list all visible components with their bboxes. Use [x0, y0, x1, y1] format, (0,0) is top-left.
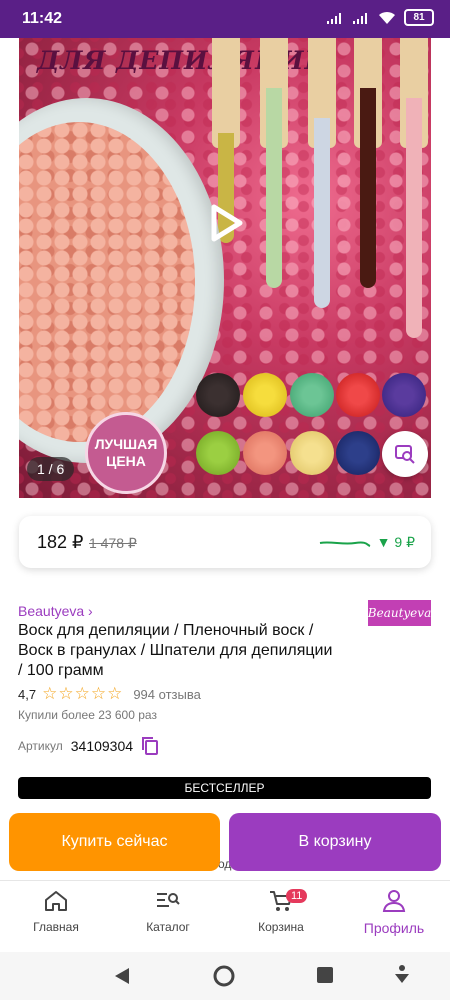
- article-value: 34109304: [70, 738, 134, 754]
- status-time: 11:42: [22, 10, 63, 27]
- home-circle-icon[interactable]: [213, 965, 235, 987]
- system-navigation-bar: [0, 952, 450, 1000]
- rating-row[interactable]: 4,7 ☆☆☆☆☆ 994 отзыва: [18, 684, 201, 704]
- drip-chocolate: [360, 88, 376, 288]
- badge-line-1: ЛУЧШАЯ: [94, 436, 158, 452]
- rating-stars: ☆☆☆☆☆: [42, 684, 123, 704]
- swatch-coral: [243, 431, 287, 475]
- nav-home[interactable]: Главная: [11, 889, 101, 934]
- recents-icon[interactable]: [316, 966, 334, 984]
- nav-catalog[interactable]: Каталог: [123, 889, 213, 934]
- current-price: 182 ₽: [37, 532, 84, 552]
- catalog-search-icon: [157, 893, 180, 907]
- copy-icon[interactable]: [141, 736, 159, 756]
- nav-cart-label: Корзина: [258, 920, 304, 934]
- price-card[interactable]: 182 ₽ 1 478 ₽ ▼ 9 ₽: [19, 516, 431, 568]
- spatula-yellow: [212, 38, 240, 148]
- swatch-yellow: [243, 373, 287, 417]
- visual-search-button[interactable]: [382, 431, 428, 477]
- nav-cart[interactable]: 11 Корзина: [236, 889, 326, 934]
- rating-value: 4,7: [18, 686, 37, 702]
- best-price-badge: ЛУЧШАЯ ЦЕНА: [85, 412, 167, 494]
- signal-icon-2: [353, 12, 367, 24]
- price-change: ▼ 9 ₽: [376, 534, 415, 550]
- battery-indicator: 81: [404, 9, 434, 26]
- swatch-black: [196, 373, 240, 417]
- drip-blue: [314, 118, 330, 308]
- drip-pink: [406, 98, 422, 338]
- price-history-chart: [319, 541, 371, 547]
- image-search-icon: [395, 445, 415, 464]
- bestseller-badge: БЕСТСЕЛЛЕР: [18, 777, 431, 799]
- nav-catalog-label: Каталог: [146, 920, 190, 934]
- add-to-cart-button[interactable]: В корзину: [229, 813, 441, 871]
- star-icon: ☆: [107, 684, 124, 703]
- purchase-count: Купили более 23 600 раз: [18, 708, 157, 722]
- swatch-red: [336, 373, 380, 417]
- swatch-cream: [290, 431, 334, 475]
- star-icon: ☆: [74, 684, 91, 703]
- star-icon: ☆: [58, 684, 75, 703]
- swatch-mint: [290, 373, 334, 417]
- old-price: 1 478 ₽: [89, 535, 137, 551]
- drip-green: [266, 88, 282, 288]
- status-bar: 11:42 81: [0, 0, 450, 38]
- back-icon[interactable]: [112, 966, 132, 986]
- swatch-purple: [382, 373, 426, 417]
- signal-icon: [327, 12, 341, 24]
- bottom-navigation: Главная Каталог 11 Корзина Профиль: [0, 880, 450, 953]
- nav-home-label: Главная: [33, 920, 79, 934]
- reviews-count: 994 отзыва: [133, 686, 201, 702]
- wifi-icon: [379, 11, 395, 24]
- profile-icon: [382, 890, 406, 912]
- swatch-green: [196, 431, 240, 475]
- home-icon: [45, 891, 67, 911]
- star-icon: ☆: [90, 684, 108, 703]
- brand-logo[interactable]: Beautyeva: [368, 600, 431, 626]
- article-label: Артикул: [18, 739, 63, 753]
- keyboard-hide-icon[interactable]: [393, 964, 411, 986]
- product-title: Воск для депиляции / Пленочный воск / Во…: [18, 622, 333, 679]
- status-icons: 81: [326, 9, 434, 26]
- cart-count-badge: 11: [286, 889, 308, 903]
- image-counter: 1 / 6: [27, 457, 75, 481]
- article-row: Артикул 34109304: [18, 736, 159, 756]
- star-icon: ☆: [42, 684, 59, 703]
- brand-link[interactable]: Beautyeva ›: [18, 603, 93, 619]
- badge-line-2: ЦЕНА: [106, 453, 146, 469]
- nav-profile-label: Профиль: [363, 920, 425, 936]
- wax-beads: [19, 122, 195, 442]
- swatch-navy: [336, 431, 380, 475]
- product-image-gallery[interactable]: ДЛЯ ДЕПИЛЯЦИИ 1 / 6 ЛУЧШАЯ ЦЕНА: [19, 38, 431, 498]
- nav-profile[interactable]: Профиль: [349, 889, 439, 936]
- play-icon[interactable]: [206, 203, 246, 243]
- buy-now-button[interactable]: Купить сейчас: [9, 813, 220, 871]
